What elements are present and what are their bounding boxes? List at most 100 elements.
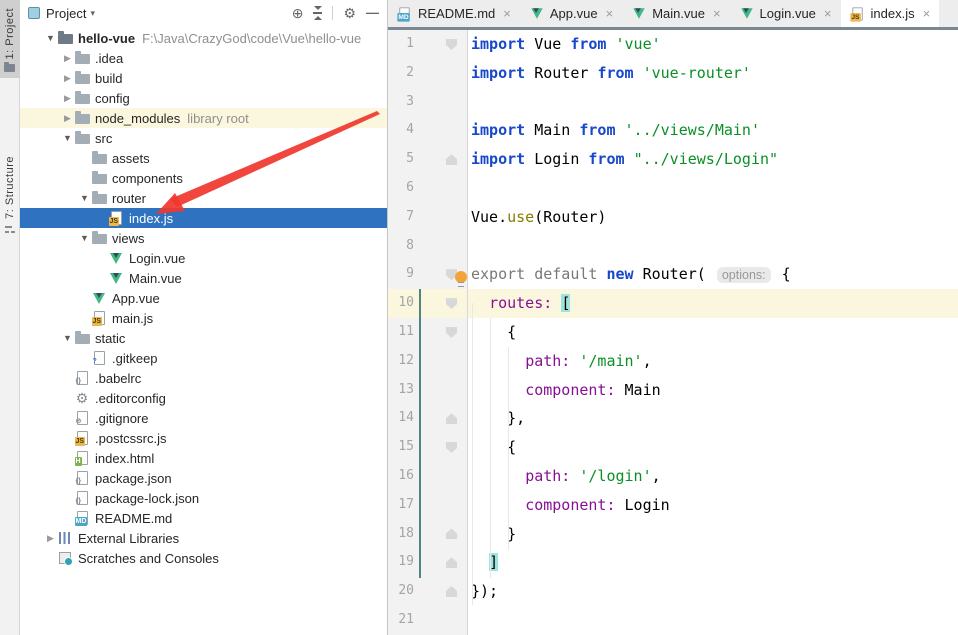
- js-file-icon: [849, 6, 863, 22]
- close-icon[interactable]: ×: [606, 6, 614, 21]
- chevron-collapsed-icon[interactable]: ▶: [61, 93, 74, 104]
- chevron-expanded-icon[interactable]: ▼: [61, 333, 74, 343]
- fold-close-icon[interactable]: [446, 413, 457, 425]
- close-icon[interactable]: ×: [923, 6, 931, 21]
- tree-item-login-vue[interactable]: Login.vue: [20, 248, 387, 268]
- code-token: from: [597, 63, 634, 82]
- gear-icon[interactable]: ⚙: [343, 6, 356, 20]
- tree-item-main-vue[interactable]: Main.vue: [20, 268, 387, 288]
- code-line-1: 1 import Vue from 'vue': [388, 30, 958, 59]
- tree-item-idea[interactable]: ▶ .idea: [20, 48, 387, 68]
- code-text[interactable]: import Vue from 'vue': [468, 30, 958, 59]
- code-text[interactable]: import Main from '../views/Main': [468, 116, 958, 145]
- chevron-expanded-icon[interactable]: ▼: [44, 33, 57, 43]
- code-text[interactable]: component: Main: [468, 376, 958, 405]
- tree-item-main-js[interactable]: main.js: [20, 308, 387, 328]
- tree-item-views[interactable]: ▼ views: [20, 228, 387, 248]
- tree-item-babelrc[interactable]: .babelrc: [20, 368, 387, 388]
- code-text[interactable]: {: [468, 433, 958, 462]
- fold-open-icon[interactable]: [446, 38, 457, 50]
- tab-main-vue[interactable]: Main.vue ×: [622, 0, 729, 27]
- collapse-all-icon[interactable]: [313, 6, 323, 20]
- code-text[interactable]: import Login from "../views/Login": [468, 145, 958, 174]
- tree-item-src[interactable]: ▼ src: [20, 128, 387, 148]
- tree-item-gitkeep[interactable]: .gitkeep: [20, 348, 387, 368]
- code-text[interactable]: export default new Router( options: {: [468, 260, 958, 290]
- tree-item-suffix: library root: [187, 110, 249, 126]
- tree-item-app-vue[interactable]: App.vue: [20, 288, 387, 308]
- code-text[interactable]: }: [468, 520, 958, 549]
- tree-item-assets[interactable]: assets: [20, 148, 387, 168]
- chevron-expanded-icon[interactable]: ▼: [78, 193, 91, 203]
- locate-icon[interactable]: ⊕: [292, 6, 304, 20]
- chevron-collapsed-icon[interactable]: ▶: [61, 53, 74, 64]
- close-icon[interactable]: ×: [713, 6, 721, 21]
- close-icon[interactable]: ×: [503, 6, 511, 21]
- chevron-expanded-icon[interactable]: ▼: [78, 233, 91, 243]
- code-text[interactable]: path: '/login',: [468, 462, 958, 491]
- scratches-icon: [59, 552, 73, 566]
- chevron-collapsed-icon[interactable]: ▶: [61, 113, 74, 124]
- fold-close-icon[interactable]: [446, 586, 457, 598]
- tree-item-index-js[interactable]: index.js: [20, 208, 387, 228]
- tab-app-vue[interactable]: App.vue ×: [520, 0, 622, 27]
- md-file-icon: [74, 511, 88, 526]
- chevron-expanded-icon[interactable]: ▼: [61, 133, 74, 143]
- tab-index-js[interactable]: index.js ×: [840, 0, 940, 27]
- fold-close-icon[interactable]: [446, 154, 457, 166]
- tree-item-package-json[interactable]: package.json: [20, 468, 387, 488]
- gutter-cell: 10: [388, 289, 468, 318]
- tree-item-router[interactable]: ▼ router: [20, 188, 387, 208]
- line-number: 18: [398, 525, 414, 541]
- project-panel-title[interactable]: Project: [46, 6, 86, 21]
- code-token: component:: [525, 380, 616, 399]
- tree-item-label: App.vue: [112, 290, 160, 306]
- code-text[interactable]: Vue.use(Router): [468, 203, 958, 232]
- code-text[interactable]: component: Login: [468, 491, 958, 520]
- gutter-cell: 16: [388, 461, 468, 491]
- tree-item-gitignore[interactable]: .gitignore: [20, 408, 387, 428]
- tree-item-hello-vue[interactable]: ▼ hello-vue F:\Java\CrazyGod\code\Vue\hell…: [20, 28, 387, 48]
- code-text[interactable]: },: [468, 404, 958, 433]
- code-token: '../views/Main': [624, 121, 760, 140]
- hide-panel-icon[interactable]: —: [366, 6, 379, 20]
- tree-item-icon: [74, 331, 90, 344]
- close-icon[interactable]: ×: [824, 6, 832, 21]
- tree-item-external-libraries[interactable]: ▶ External Libraries: [20, 528, 387, 548]
- fold-close-icon[interactable]: [446, 557, 457, 569]
- structure-icon: [4, 224, 15, 235]
- tree-item-package-lock-json[interactable]: package-lock.json: [20, 488, 387, 508]
- fold-open-icon[interactable]: [446, 326, 457, 338]
- tab-readme-md[interactable]: README.md ×: [388, 0, 520, 27]
- stripe-item-7-structure[interactable]: 7: Structure: [0, 148, 20, 240]
- code-text[interactable]: });: [468, 577, 958, 606]
- tree-item-editorconfig[interactable]: ⚙ .editorconfig: [20, 388, 387, 408]
- chevron-down-icon[interactable]: ▾: [90, 8, 95, 19]
- fold-open-icon[interactable]: [446, 442, 457, 454]
- tree-item-static[interactable]: ▼ static: [20, 328, 387, 348]
- code-text[interactable]: import Router from 'vue-router': [468, 59, 958, 88]
- code-token: Vue: [525, 35, 571, 53]
- chevron-collapsed-icon[interactable]: ▶: [61, 73, 74, 84]
- tree-item-components[interactable]: components: [20, 168, 387, 188]
- intention-bulb-icon[interactable]: [455, 271, 467, 287]
- tree-item-label: hello-vue: [78, 30, 136, 46]
- fold-close-icon[interactable]: [446, 528, 457, 540]
- tree-item-scratches-and-consoles[interactable]: Scratches and Consoles: [20, 548, 387, 568]
- code-text[interactable]: path: '/main',: [468, 347, 958, 376]
- tree-item-index-html[interactable]: index.html: [20, 448, 387, 468]
- tree-item-node-modules[interactable]: ▶ node_modules library root: [20, 108, 387, 128]
- fold-open-icon[interactable]: [446, 298, 457, 310]
- tab-login-vue[interactable]: Login.vue ×: [730, 0, 841, 27]
- code-text[interactable]: routes: [: [468, 289, 958, 318]
- gutter-cell: 2: [388, 58, 468, 88]
- folder-icon: [74, 111, 90, 124]
- tree-item-config[interactable]: ▶ config: [20, 88, 387, 108]
- code-text[interactable]: {: [468, 318, 958, 347]
- code-text[interactable]: ]: [468, 548, 958, 577]
- tree-item-postcssrc-js[interactable]: .postcssrc.js: [20, 428, 387, 448]
- stripe-item-1-project[interactable]: 1: Project: [0, 0, 20, 79]
- tree-item-readme-md[interactable]: README.md: [20, 508, 387, 528]
- tree-item-build[interactable]: ▶ build: [20, 68, 387, 88]
- chevron-collapsed-icon[interactable]: ▶: [44, 533, 57, 544]
